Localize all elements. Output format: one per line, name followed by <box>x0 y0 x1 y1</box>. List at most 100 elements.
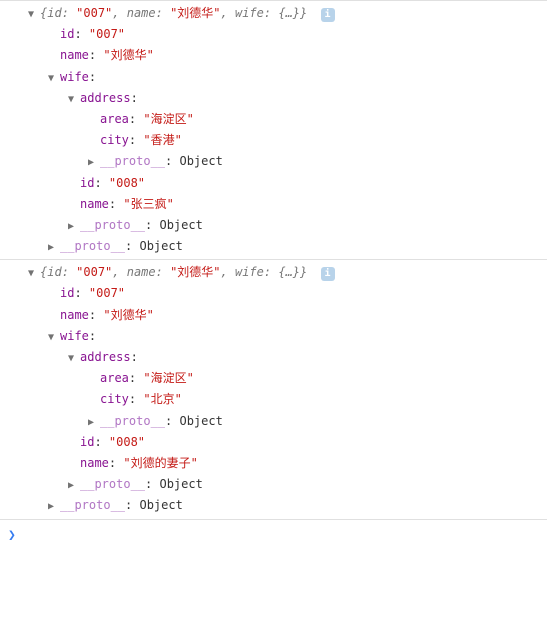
prop-key: address <box>80 91 131 105</box>
prop-key: __proto__ <box>80 477 145 491</box>
prop-row-id: id: "007" <box>20 24 547 45</box>
prop-row-city: city: "香港" <box>20 130 547 151</box>
prop-key: __proto__ <box>100 414 165 428</box>
prop-key: id <box>60 286 74 300</box>
prop-key: area <box>100 371 129 385</box>
expand-arrow-icon[interactable]: ▼ <box>68 92 78 108</box>
prop-row-wife-name: name: "张三疯" <box>20 194 547 215</box>
prop-key: city <box>100 133 129 147</box>
prop-row-proto: ▶__proto__: Object <box>20 151 547 172</box>
prop-key: area <box>100 112 129 126</box>
prop-val: "007" <box>89 27 125 41</box>
prop-type: Object <box>139 498 182 512</box>
prop-key: __proto__ <box>100 154 165 168</box>
expand-arrow-icon[interactable]: ▼ <box>68 351 78 367</box>
collapse-arrow-icon[interactable]: ▶ <box>68 219 78 235</box>
prop-type: Object <box>179 414 222 428</box>
brace-close: } <box>300 6 307 20</box>
prop-val: "008" <box>109 435 145 449</box>
prop-row-proto: ▶__proto__: Object <box>20 411 547 432</box>
prop-row-wife-id: id: "008" <box>20 432 547 453</box>
log-entry: ▼{id: "007", name: "刘德华", wife: {…}} i i… <box>0 259 547 518</box>
preview-val-name: "刘德华" <box>170 6 220 20</box>
prop-val: "香港" <box>143 133 181 147</box>
prop-row-name: name: "刘德华" <box>20 305 547 326</box>
preview-val-wife: {…} <box>278 6 300 20</box>
collapse-arrow-icon[interactable]: ▶ <box>88 155 98 171</box>
prop-row-wife-id: id: "008" <box>20 173 547 194</box>
prop-val: "北京" <box>143 392 181 406</box>
prop-row-wife-name: name: "刘德的妻子" <box>20 453 547 474</box>
prop-val: "008" <box>109 176 145 190</box>
info-icon[interactable]: i <box>321 267 335 281</box>
collapse-arrow-icon[interactable]: ▶ <box>48 499 58 515</box>
expand-arrow-icon[interactable]: ▼ <box>28 7 38 23</box>
prop-val: "007" <box>89 286 125 300</box>
prompt-caret-icon: ❯ <box>8 526 16 547</box>
preview-key-name: name <box>127 6 156 20</box>
prop-key: id <box>80 176 94 190</box>
prop-row-wife: ▼wife: <box>20 67 547 88</box>
prop-key: address <box>80 350 131 364</box>
prop-type: Object <box>159 477 202 491</box>
prop-row-wife: ▼wife: <box>20 326 547 347</box>
colon: : <box>264 265 278 279</box>
preview-key-id: id <box>47 6 61 20</box>
colon: : <box>156 265 170 279</box>
prop-type: Object <box>159 218 202 232</box>
brace-close: } <box>300 265 307 279</box>
preview-key-name: name <box>127 265 156 279</box>
colon: : <box>62 6 76 20</box>
prop-key: id <box>60 27 74 41</box>
prop-key: __proto__ <box>60 239 125 253</box>
prop-row-proto: ▶__proto__: Object <box>20 474 547 495</box>
prop-row-area: area: "海淀区" <box>20 368 547 389</box>
prop-val: "海淀区" <box>143 112 193 126</box>
preview-key-wife: wife <box>235 6 264 20</box>
prop-key: __proto__ <box>80 218 145 232</box>
preview-key-id: id <box>47 265 61 279</box>
comma: , <box>221 6 235 20</box>
prop-val: "刘德的妻子" <box>123 456 197 470</box>
log-entry: ▼{id: "007", name: "刘德华", wife: {…}} i i… <box>0 0 547 259</box>
expand-arrow-icon[interactable]: ▼ <box>28 266 38 282</box>
preview-key-wife: wife <box>235 265 264 279</box>
expand-arrow-icon[interactable]: ▼ <box>48 71 58 87</box>
prop-key: id <box>80 435 94 449</box>
prop-key: city <box>100 392 129 406</box>
prop-key: __proto__ <box>60 498 125 512</box>
prop-key: name <box>80 456 109 470</box>
prop-row-address: ▼address: <box>20 347 547 368</box>
object-summary-row: ▼{id: "007", name: "刘德华", wife: {…}} i <box>20 3 547 24</box>
prop-type: Object <box>179 154 222 168</box>
comma: , <box>112 6 126 20</box>
collapse-arrow-icon[interactable]: ▶ <box>48 240 58 256</box>
colon: : <box>264 6 278 20</box>
expand-arrow-icon[interactable]: ▼ <box>48 330 58 346</box>
preview-val-id: "007" <box>76 265 112 279</box>
info-icon[interactable]: i <box>321 8 335 22</box>
prop-val: "张三疯" <box>123 197 173 211</box>
prop-row-address: ▼address: <box>20 88 547 109</box>
prop-row-proto: ▶__proto__: Object <box>20 495 547 516</box>
comma: , <box>112 265 126 279</box>
preview-val-name: "刘德华" <box>170 265 220 279</box>
comma: , <box>221 265 235 279</box>
prop-key: name <box>80 197 109 211</box>
colon: : <box>156 6 170 20</box>
prop-val: "海淀区" <box>143 371 193 385</box>
prop-key: wife <box>60 329 89 343</box>
console-prompt[interactable]: ❯ <box>0 519 547 553</box>
collapse-arrow-icon[interactable]: ▶ <box>88 415 98 431</box>
prop-type: Object <box>139 239 182 253</box>
prop-row-name: name: "刘德华" <box>20 45 547 66</box>
preview-val-id: "007" <box>76 6 112 20</box>
collapse-arrow-icon[interactable]: ▶ <box>68 478 78 494</box>
prop-row-city: city: "北京" <box>20 389 547 410</box>
prop-row-area: area: "海淀区" <box>20 109 547 130</box>
prop-row-proto: ▶__proto__: Object <box>20 236 547 257</box>
prop-row-proto: ▶__proto__: Object <box>20 215 547 236</box>
prop-key: wife <box>60 70 89 84</box>
colon: : <box>62 265 76 279</box>
prop-key: name <box>60 48 89 62</box>
